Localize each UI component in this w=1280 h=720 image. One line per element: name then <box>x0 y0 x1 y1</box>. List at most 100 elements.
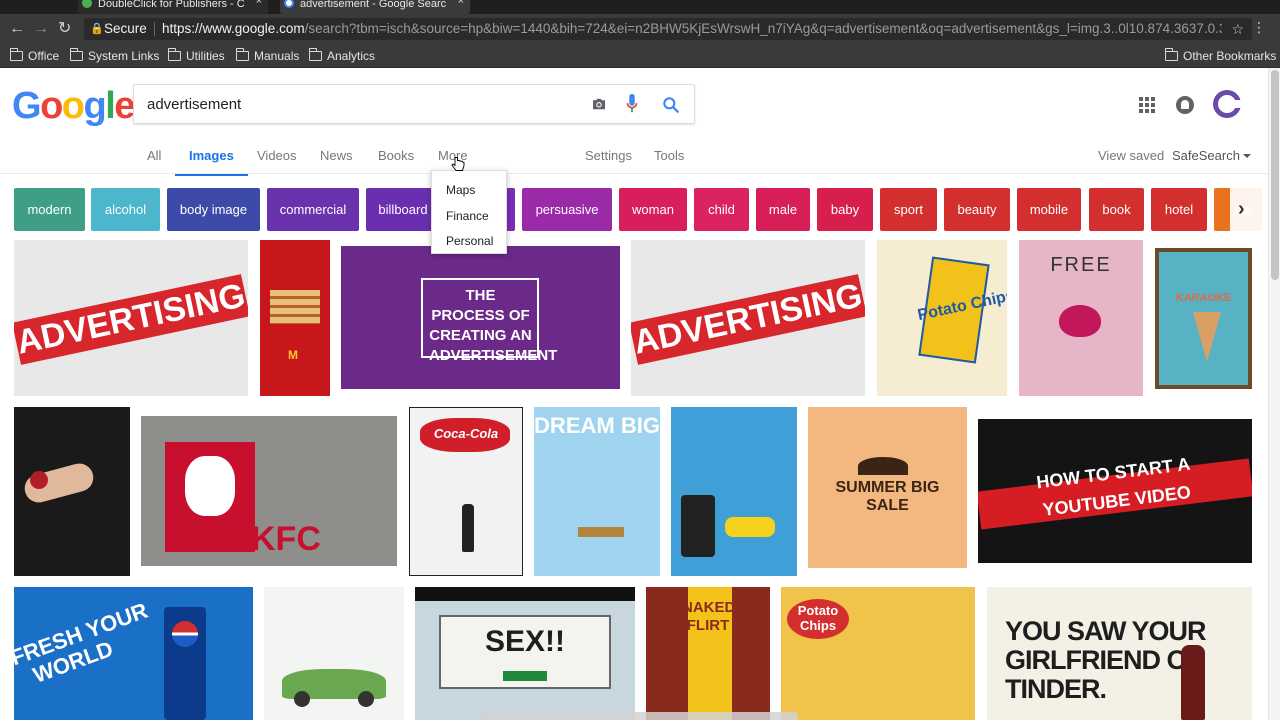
notifications-bell-icon[interactable] <box>1176 96 1194 114</box>
image-result[interactable]: KARAOKE <box>1155 248 1252 389</box>
image-result[interactable]: Coca-Cola <box>409 407 523 576</box>
bookmark-star-icon[interactable]: ☆ <box>1231 18 1244 40</box>
chip-label: male <box>768 202 798 217</box>
chips-next-button[interactable]: › <box>1230 188 1262 231</box>
image-result[interactable]: KFC <box>141 416 397 566</box>
image-result[interactable] <box>14 407 130 576</box>
bookmark-utilities[interactable]: Utilities <box>167 48 225 64</box>
tab-books[interactable]: Books <box>378 148 414 163</box>
account-avatar[interactable] <box>1213 90 1242 118</box>
browser-tab-doubleclick[interactable]: DoubleClick for Publishers - C × <box>78 0 268 14</box>
safesearch-toggle[interactable]: SafeSearch <box>1172 148 1251 163</box>
thumb-island <box>858 457 908 475</box>
image-result[interactable]: DREAM BIG <box>534 407 660 576</box>
tab-settings[interactable]: Settings <box>585 148 632 163</box>
image-result[interactable]: YOU SAW YOUR GIRLFRIEND ON TINDER. <box>987 587 1252 720</box>
chip-alcohol[interactable]: alcohol <box>91 188 160 231</box>
folder-icon <box>167 48 181 61</box>
bookmark-label: Office <box>28 49 60 63</box>
image-result[interactable]: SEX!! <box>415 587 635 720</box>
pepsi-logo-icon <box>172 621 198 647</box>
browser-tab-google[interactable]: advertisement - Google Searc × <box>280 0 470 14</box>
chip-baby[interactable]: baby <box>817 188 873 231</box>
thumb-fries <box>270 290 320 324</box>
bookmark-system-links[interactable]: System Links <box>69 48 160 64</box>
image-result[interactable]: Potato Chips <box>781 587 975 720</box>
chip-label: woman <box>632 202 674 217</box>
chip-label: mobile <box>1029 202 1069 217</box>
apps-grid-icon[interactable] <box>1139 97 1155 113</box>
image-result[interactable]: SUMMER BIG SALE <box>808 407 967 568</box>
chip-label: body image <box>179 202 248 217</box>
close-tab-icon[interactable]: × <box>256 0 262 7</box>
chip-label: persuasive <box>535 202 599 217</box>
tab-all[interactable]: All <box>147 148 161 163</box>
other-bookmarks[interactable]: Other Bookmarks <box>1164 48 1276 64</box>
url-text[interactable]: https://www.google.com/search?tbm=isch&s… <box>162 18 1222 40</box>
chip-billboard[interactable]: billboard <box>366 188 440 231</box>
tab-images[interactable]: Images <box>175 148 248 176</box>
camera-icon[interactable] <box>590 95 608 113</box>
microphone-icon[interactable] <box>625 93 639 115</box>
tab-tools[interactable]: Tools <box>654 148 684 163</box>
image-result[interactable]: REFRESH YOUR WORLD <box>14 587 253 720</box>
chip-beauty[interactable]: beauty <box>944 188 1010 231</box>
forward-arrow-icon[interactable]: → <box>33 20 49 38</box>
thumb-bag <box>1059 305 1101 337</box>
tab-videos[interactable]: Videos <box>257 148 297 163</box>
image-result[interactable]: HOW TO START A YOUTUBE VIDEO <box>978 419 1252 563</box>
view-saved-link[interactable]: View saved <box>1098 148 1164 163</box>
chip-mobile[interactable]: mobile <box>1017 188 1081 231</box>
chip-label: beauty <box>957 202 997 217</box>
image-result[interactable]: NAKED FLIRT <box>646 587 770 720</box>
chip-label: billboard <box>378 202 428 217</box>
chip-male[interactable]: male <box>756 188 810 231</box>
chip-label: alcohol <box>104 202 147 217</box>
thumb-caption: KARAOKE <box>1175 292 1232 304</box>
search-input[interactable] <box>147 96 567 113</box>
folder-icon <box>308 48 322 61</box>
image-result[interactable]: ADVERTISING <box>14 240 248 396</box>
chip-commercial[interactable]: commercial <box>267 188 359 231</box>
image-result[interactable]: Potato Chips <box>877 240 1007 396</box>
bookmark-analytics[interactable]: Analytics <box>308 48 375 64</box>
chip-book[interactable]: book <box>1089 188 1144 231</box>
image-result[interactable]: THE PROCESS OF CREATING AN ADVERTISEMENT <box>341 246 620 389</box>
scrollbar-thumb[interactable] <box>1271 70 1279 280</box>
thumb-phone <box>681 495 715 557</box>
search-icon[interactable] <box>661 95 681 115</box>
image-result[interactable]: M <box>260 240 330 396</box>
thumb-caption: SUMMER BIG SALE <box>835 479 940 514</box>
browser-tab-strip: DoubleClick for Publishers - C × adverti… <box>0 0 1280 14</box>
close-tab-icon[interactable]: × <box>458 0 464 7</box>
page-scrollbar[interactable] <box>1268 68 1280 720</box>
bookmark-manuals[interactable]: Manuals <box>235 48 299 64</box>
google-logo[interactable]: Google <box>12 86 135 126</box>
back-arrow-icon[interactable]: ← <box>9 20 25 38</box>
chip-persuasive[interactable]: persuasive <box>522 188 612 231</box>
image-result[interactable] <box>264 587 404 720</box>
chip-label: baby <box>830 202 860 217</box>
reload-icon[interactable]: ↻ <box>58 20 71 38</box>
chip-hotel[interactable]: hotel <box>1151 188 1207 231</box>
chip-sport[interactable]: sport <box>880 188 937 231</box>
menu-item-personal[interactable]: Personal <box>446 234 493 248</box>
menu-item-finance[interactable]: Finance <box>446 209 489 223</box>
folder-icon <box>1164 48 1178 61</box>
bookmark-label: System Links <box>88 49 160 63</box>
address-bar[interactable]: 🔒 Secure https://www.google.com/search?t… <box>84 18 1252 40</box>
bookmark-office[interactable]: Office <box>9 48 60 64</box>
chip-modern[interactable]: modern <box>14 188 85 231</box>
image-result[interactable] <box>671 407 797 576</box>
browser-menu-icon[interactable]: ⋮ <box>1252 19 1266 36</box>
chip-label: commercial <box>279 202 347 217</box>
chip-child[interactable]: child <box>694 188 749 231</box>
image-result[interactable]: ADVERTISING <box>631 240 865 396</box>
menu-item-maps[interactable]: Maps <box>446 183 475 197</box>
image-result[interactable]: FREE <box>1019 240 1143 396</box>
chip-label: sport <box>894 202 923 217</box>
chip-body-image[interactable]: body image <box>167 188 260 231</box>
thumb-apple <box>30 471 48 489</box>
chip-woman[interactable]: woman <box>619 188 687 231</box>
tab-news[interactable]: News <box>320 148 353 163</box>
